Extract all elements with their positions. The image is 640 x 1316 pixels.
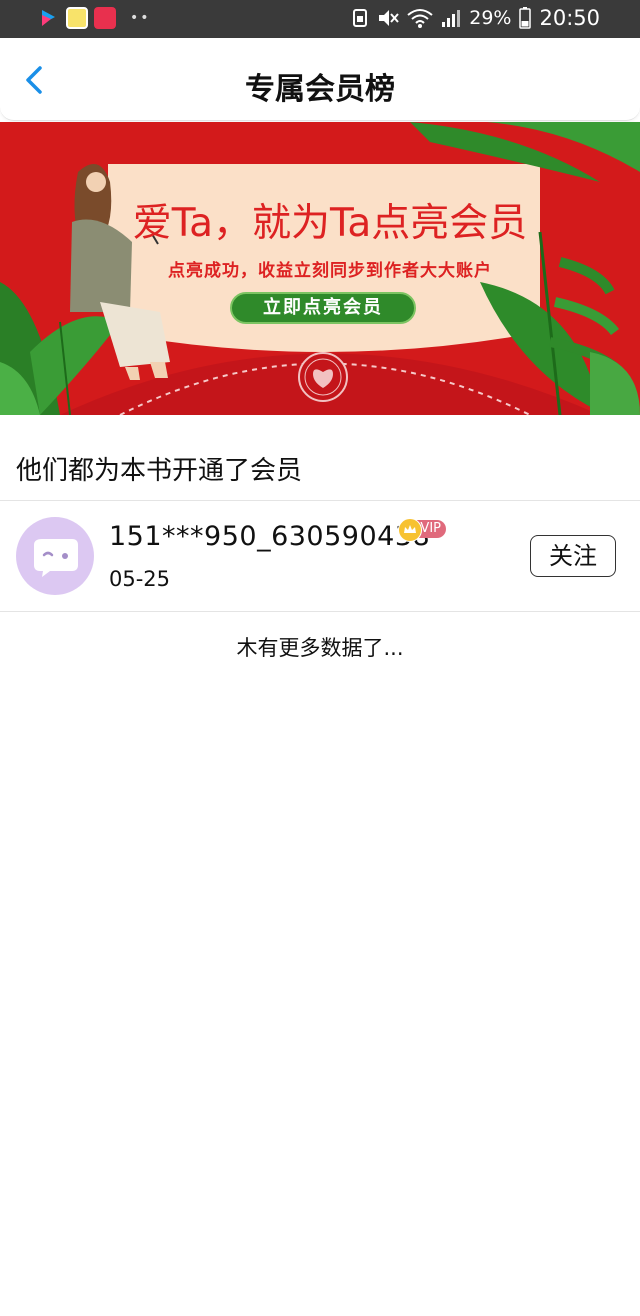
battery-icon [519,7,532,29]
signal-icon [442,10,461,27]
vip-badge: VIP [398,518,448,542]
battery-percent: 29% [469,7,512,29]
banner-subline: 点亮成功，收益立刻同步到作者大大账户 [168,261,492,281]
no-more-data-text: 木有更多数据了... [236,636,404,660]
divider [0,611,640,612]
recycle-icon [353,9,368,27]
more-notifications-icon: •• [130,10,151,26]
avatar[interactable] [16,517,94,595]
member-name: 151***950_630590438 [109,521,431,552]
mute-icon [379,10,399,26]
clock: 20:50 [539,6,600,30]
crown-icon [398,518,422,542]
page-title: 专属会员榜 [245,72,395,107]
status-bar: •• 29% 20:50 [0,0,640,38]
banner-headline: 爱Ta，就为Ta点亮会员 [132,201,528,246]
member-date: 05-25 [109,567,171,591]
light-up-membership-button[interactable]: 立即点亮会员 [230,292,416,324]
red-app-icon [94,7,116,29]
promo-banner[interactable]: 爱Ta，就为Ta点亮会员 点亮成功，收益立刻同步到作者大大账户 立即点亮会员 [0,122,640,415]
system-icons: 29% 20:50 [351,6,600,30]
follow-button[interactable]: 关注 [530,535,616,577]
chat-app-icon [66,7,88,29]
list-item[interactable]: 151***950_630590438 VIP 05-25 关注 [0,501,640,611]
wifi-icon [407,9,433,28]
notification-icons: •• [38,7,151,29]
chat-bubble-avatar-icon [34,539,78,577]
section-title: 他们都为本书开通了会员 [16,456,303,486]
video-app-icon [38,7,60,29]
nav-bar: 专属会员榜 [0,38,640,121]
